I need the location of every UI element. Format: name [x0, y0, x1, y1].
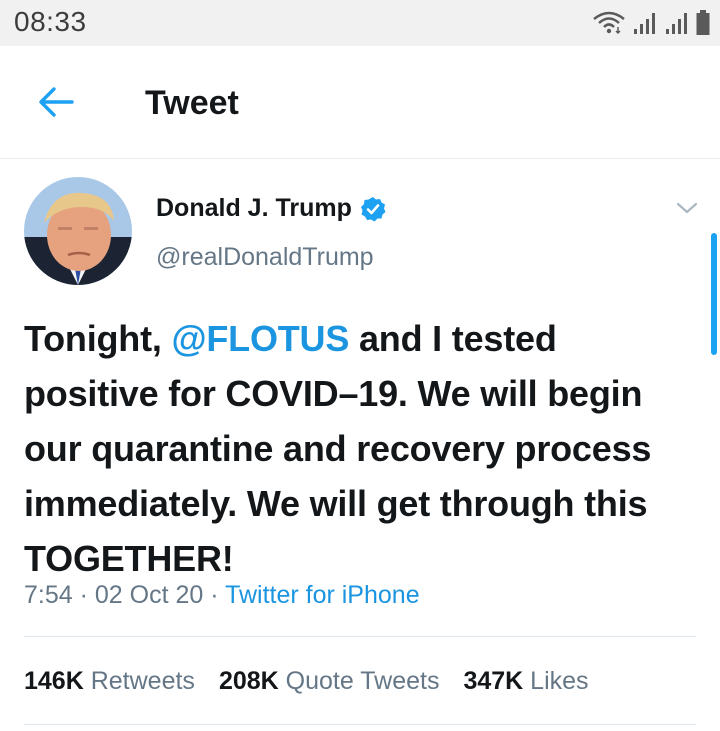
page-title: Tweet [145, 84, 239, 122]
signal-icon [632, 11, 658, 35]
tweet-date: 02 Oct 20 [94, 581, 204, 609]
wifi-icon [592, 11, 626, 35]
author-name[interactable]: Donald J. Trump [156, 194, 386, 223]
app-header: Tweet [0, 46, 720, 159]
more-options-button[interactable] [670, 195, 704, 225]
scrollbar[interactable] [711, 233, 717, 355]
chevron-down-icon [676, 201, 698, 220]
likes-count: 347K [463, 667, 524, 695]
meta-separator: · [203, 581, 226, 609]
meta-separator: · [72, 581, 95, 609]
tweet-text-before: Tonight, [24, 318, 172, 359]
tweet-stats: 146K Retweets 208K Quote Tweets 347K Lik… [24, 667, 589, 696]
status-time: 08:33 [14, 6, 87, 37]
quote-tweets-stat[interactable]: 208K Quote Tweets [219, 667, 440, 696]
likes-label: Likes [530, 667, 589, 695]
quote-tweets-count: 208K [218, 667, 279, 695]
retweets-stat[interactable]: 146K Retweets [24, 667, 195, 696]
divider [24, 724, 696, 725]
status-bar: 08:33 [0, 0, 720, 46]
tweet-source-link[interactable]: Twitter for iPhone [225, 581, 420, 609]
back-button[interactable] [28, 82, 84, 126]
tweet-time: 7:54 [24, 581, 73, 609]
signal-icon [664, 11, 690, 35]
tweet-text: Tonight, @FLOTUS and I tested positive f… [24, 311, 694, 586]
divider [24, 636, 696, 637]
tweet: Donald J. Trump @realDonaldTrump Tonight… [0, 159, 720, 731]
arrow-left-icon [36, 86, 76, 123]
battery-icon [696, 10, 710, 36]
author-handle[interactable]: @realDonaldTrump [156, 243, 374, 272]
retweets-count: 146K [24, 667, 84, 695]
mention-link[interactable]: @FLOTUS [171, 318, 349, 359]
tweet-meta: 7:54 · 02 Oct 20 · Twitter for iPhone [24, 581, 420, 610]
avatar[interactable] [24, 177, 132, 285]
verified-badge-icon [360, 196, 386, 222]
quote-tweets-label: Quote Tweets [285, 667, 440, 695]
status-icons [592, 8, 710, 38]
retweets-label: Retweets [90, 667, 195, 695]
likes-stat[interactable]: 347K Likes [463, 667, 588, 696]
author-name-text: Donald J. Trump [156, 194, 352, 222]
